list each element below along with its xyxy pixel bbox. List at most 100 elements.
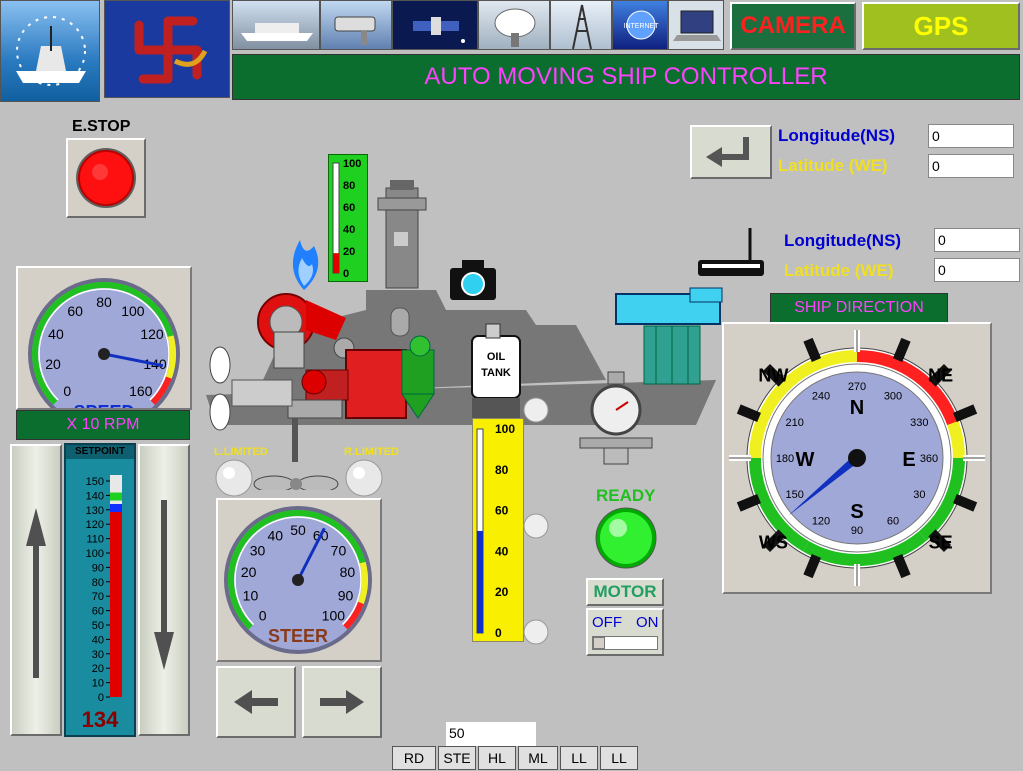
gps-button[interactable]: GPS: [862, 2, 1020, 50]
oil-level-gauge: 100 80 60 40 20 0: [472, 418, 524, 642]
motor-switch-panel: OFF ON: [586, 608, 664, 656]
motor-button[interactable]: MOTOR: [586, 578, 664, 606]
setpoint-tick-label: 140: [86, 490, 104, 502]
arrow-up-icon: [26, 508, 46, 678]
gauge-tick-label: 40: [268, 527, 284, 543]
gauge-tick-label: 0: [63, 383, 71, 399]
level-tick-label: 100: [495, 422, 515, 436]
motor-toggle-slider[interactable]: [592, 636, 658, 650]
setpoint-marker: [110, 504, 122, 513]
compass-degree-label: 60: [887, 515, 899, 527]
compass-intercardinal-label: SE: [929, 533, 953, 553]
cctv-camera-image: [320, 0, 392, 50]
bottom-value-field[interactable]: 50: [446, 722, 536, 746]
gauge-tick-label: 80: [340, 564, 356, 580]
satellite-image: [392, 0, 478, 50]
estop-label: E.STOP: [72, 118, 131, 135]
setpoint-tick-label: 70: [92, 591, 104, 603]
gauge-tick-label: 100: [121, 303, 145, 319]
compass-degree-label: 240: [812, 391, 830, 403]
estop-button[interactable]: [66, 138, 146, 218]
camera-button[interactable]: CAMERA: [730, 2, 856, 50]
setpoint-scale: 1501401301201101009080706050403020100: [86, 475, 122, 704]
ready-label: READY: [596, 486, 656, 505]
gps1-latitude-field[interactable]: 0: [928, 154, 1014, 178]
gps2-longitude-field[interactable]: 0: [934, 228, 1020, 252]
steer-right-button[interactable]: [302, 666, 382, 738]
right-limit-label: R.LIMITED: [344, 446, 399, 458]
compass-cardinal-label: W: [796, 449, 815, 471]
gps1-longitude-label: Longitude(NS): [778, 126, 896, 145]
setpoint-tick-label: 80: [92, 577, 104, 589]
temperature-gauge: 100 80 60 40 20 0: [328, 154, 368, 282]
motor-label: MOTOR: [593, 582, 657, 601]
laptop-image: [668, 0, 724, 50]
compass-degree-label: 90: [851, 525, 863, 537]
level-tick-label: 80: [343, 180, 355, 192]
tab-hl-2[interactable]: HL: [478, 746, 516, 770]
oil-mid-lamp: [523, 513, 549, 539]
ship-clock-icon: [16, 16, 86, 86]
setpoint-tick-label: 90: [92, 562, 104, 574]
gauge-tick-label: 120: [140, 326, 164, 342]
level-tick-label: 20: [343, 246, 355, 258]
compass: 270300330360306090120150180210240NESWNW N…: [729, 330, 985, 586]
swastika-logo-icon: [134, 16, 208, 84]
gauge-label: STEER: [268, 626, 328, 646]
compass-degree-label: 30: [913, 489, 925, 501]
level-tick-label: 20: [495, 585, 509, 599]
gauge-label: SPEED: [73, 402, 134, 408]
tab-ml-3[interactable]: ML: [518, 746, 558, 770]
compass-degree-label: 210: [785, 417, 803, 429]
level-tick-label: 40: [495, 544, 509, 558]
internet-label: INTERNET: [624, 23, 660, 30]
photo-camera-icon: [461, 272, 485, 296]
compass-degree-label: 360: [920, 453, 938, 465]
logo-image: [104, 0, 230, 98]
level-fill: [477, 531, 483, 633]
satellite-dish-image: [478, 0, 550, 50]
gauge-tick-label: 80: [96, 294, 112, 310]
tab-ste-1[interactable]: STE: [438, 746, 476, 770]
steer-left-button[interactable]: [216, 666, 296, 738]
compass-panel: 270 300 330 360 30 60 90 120 150 180 210 240 N E S W NW N…: [722, 322, 992, 594]
speed-down-button[interactable]: [138, 444, 190, 736]
setpoint-tick-label: 20: [92, 663, 104, 675]
level-tick-label: 0: [343, 268, 349, 280]
compass-cardinal-label: S: [850, 501, 863, 523]
compass-degree-label: 270: [848, 381, 866, 393]
tab-ll-4[interactable]: LL: [560, 746, 598, 770]
page-title: AUTO MOVING SHIP CONTROLLER: [424, 63, 828, 90]
tab-ll-5[interactable]: LL: [600, 746, 638, 770]
gauge-tick-label: 20: [241, 564, 257, 580]
setpoint-tick-label: 10: [92, 678, 104, 690]
level-fill: [333, 253, 339, 273]
compass-intercardinal-label: NE: [928, 365, 953, 385]
gauge-tick-label: 20: [45, 356, 61, 372]
level-tick-label: 60: [495, 504, 509, 518]
speed-gauge: 020406080100120140160SPEED: [28, 278, 180, 430]
setpoint-tick-label: 120: [86, 519, 104, 531]
right-limit-lamp: [345, 459, 383, 497]
setpoint-panel: SETPOINT 150 140 130 120 110 100 90 80 70 60 50 40 3…: [64, 443, 136, 737]
setpoint-tick-label: 150: [86, 476, 104, 488]
motor-off-label: OFF: [592, 614, 622, 631]
setpoint-tick-label: 0: [98, 692, 104, 704]
level-tick-label: 60: [343, 202, 355, 214]
radio-tower-image: [550, 0, 612, 50]
compass-degree-label: 150: [785, 489, 803, 501]
internet-globe-image: INTERNET: [612, 0, 668, 50]
setpoint-title: SETPOINT: [66, 445, 134, 459]
motor-on-label: ON: [636, 614, 659, 631]
setpoint-tick-label: 100: [86, 548, 104, 560]
gps2-latitude-field[interactable]: 0: [934, 258, 1020, 282]
steer-gauge: 0102030405060708090100STEER: [224, 506, 372, 654]
speed-up-button[interactable]: [10, 444, 62, 736]
gauge-tick-label: 30: [250, 543, 266, 559]
arrow-left-icon: [234, 690, 278, 714]
compass-intercardinal-label: WS: [759, 533, 788, 553]
gps1-longitude-field[interactable]: 0: [928, 124, 1014, 148]
tab-rd-0[interactable]: RD: [392, 746, 436, 770]
oil-tank-label-2: TANK: [481, 367, 511, 379]
gauge-tick-label: 90: [338, 587, 354, 603]
